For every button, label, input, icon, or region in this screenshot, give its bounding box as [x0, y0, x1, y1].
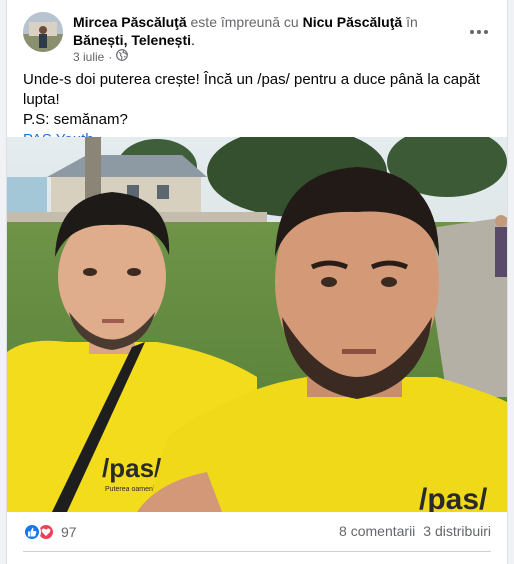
selfie-image: /pas/ Puterea oamenilor buni /pas/ [7, 137, 507, 512]
post-header: Mircea Păscăluţă este împreună cu Nicu P… [23, 12, 495, 64]
reaction-count: 97 [61, 524, 77, 540]
tagged-person[interactable]: Nicu Păscăluţă [303, 14, 403, 30]
in-text: în [406, 14, 418, 30]
more-dot-icon [470, 30, 474, 34]
footer-divider [23, 551, 491, 552]
post-photo[interactable]: /pas/ Puterea oamenilor buni /pas/ [7, 137, 507, 512]
avatar-image [23, 12, 63, 52]
post-footer: 97 8 comentarii 3 distribuiri [23, 520, 491, 548]
post-meta: 3 iulie · [73, 49, 129, 64]
post-text-line-1: Unde-s doi puterea crește! Încă un /pas/… [23, 71, 480, 108]
post-card: Mircea Păscăluţă este împreună cu Nicu P… [6, 0, 508, 564]
shirt-logo-right: /pas/ [419, 483, 488, 512]
more-dot-icon [477, 30, 481, 34]
reactions-summary[interactable]: 97 [23, 523, 77, 541]
post-header-text: Mircea Păscăluţă este împreună cu Nicu P… [73, 13, 463, 49]
shirt-logo-left: /pas/ [102, 453, 161, 483]
comments-count[interactable]: 8 comentarii [339, 523, 415, 539]
engagement-stats: 8 comentarii 3 distribuiri [339, 523, 491, 539]
post-text-line-2: P.S: semănam? [23, 111, 128, 128]
more-options-button[interactable] [463, 16, 495, 48]
location-suffix: . [191, 32, 195, 48]
post-date[interactable]: 3 iulie [73, 50, 104, 64]
author-avatar[interactable] [23, 12, 63, 52]
like-reaction-icon [23, 523, 41, 541]
globe-icon[interactable] [116, 49, 129, 64]
more-dot-icon [484, 30, 488, 34]
meta-separator: · [108, 49, 113, 64]
location-link[interactable]: Bănești, Telenești [73, 32, 191, 48]
shares-count[interactable]: 3 distribuiri [423, 523, 491, 539]
author-name[interactable]: Mircea Păscăluţă [73, 14, 187, 30]
with-text: este împreună cu [190, 14, 299, 30]
